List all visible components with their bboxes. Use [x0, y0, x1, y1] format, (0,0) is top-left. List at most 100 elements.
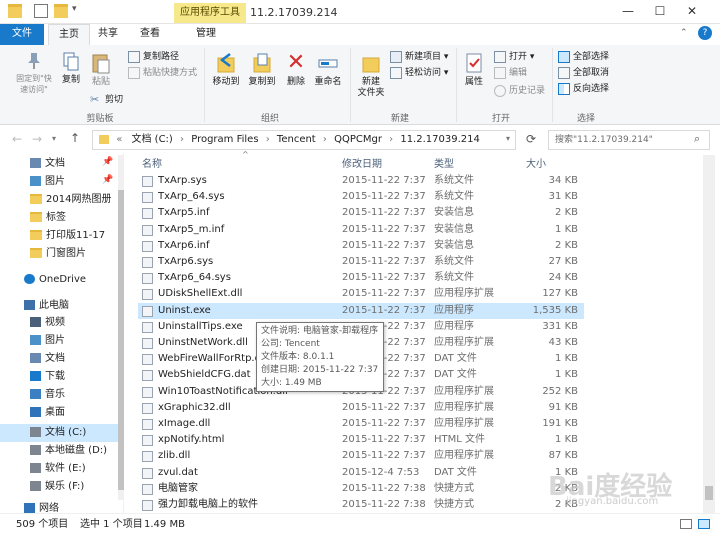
- minimize-button[interactable]: —: [612, 0, 644, 24]
- copy-button[interactable]: 复制: [60, 52, 82, 86]
- properties-quick-icon[interactable]: [34, 4, 48, 18]
- nav-item[interactable]: 图片: [0, 332, 118, 350]
- invert-selection-button[interactable]: 反向选择: [558, 82, 609, 96]
- copy-to-button[interactable]: 复制到: [246, 52, 278, 88]
- edit-button[interactable]: 编辑: [494, 66, 527, 80]
- paste-shortcut-button[interactable]: 粘贴快捷方式: [128, 66, 197, 80]
- file-row[interactable]: 强力卸载电脑上的软件 2015-11-22 7:38 快捷方式 2 KB: [138, 497, 584, 513]
- rename-icon: [318, 52, 338, 74]
- rename-button[interactable]: 重命名: [312, 52, 344, 88]
- column-header-type[interactable]: 类型: [434, 157, 454, 173]
- file-row[interactable]: TxArp5_m.inf 2015-11-22 7:37 安装信息 1 KB: [138, 222, 584, 238]
- column-header-date[interactable]: 修改日期: [342, 157, 382, 173]
- nav-item[interactable]: 桌面: [0, 404, 118, 422]
- tab-home[interactable]: 主页: [48, 24, 90, 45]
- up-arrow-icon[interactable]: ↑: [70, 131, 80, 145]
- pin-quick-access-button[interactable]: 固定到"快 速访问": [10, 52, 58, 95]
- nav-item-label: 文档: [45, 158, 65, 169]
- file-row[interactable]: zvul.dat 2015-12-4 7:53 DAT 文件 1 KB: [138, 465, 584, 481]
- file-row[interactable]: TxArp6.inf 2015-11-22 7:37 安装信息 2 KB: [138, 238, 584, 254]
- nav-item[interactable]: 软件 (E:): [0, 460, 118, 478]
- new-item-button[interactable]: 新建项目 ▾: [390, 50, 448, 64]
- delete-button[interactable]: ✕ 删除: [284, 52, 308, 88]
- breadcrumb-separator-icon[interactable]: ›: [389, 134, 393, 145]
- nav-item[interactable]: 文档: [0, 155, 118, 173]
- nav-item[interactable]: 门窗图片: [0, 245, 118, 263]
- nav-item[interactable]: 此电脑: [0, 297, 118, 315]
- details-view-icon[interactable]: [680, 519, 692, 529]
- history-button[interactable]: 历史记录: [494, 84, 545, 98]
- file-row[interactable]: xpNotify.html 2015-11-22 7:37 HTML 文件 1 KB: [138, 432, 584, 448]
- file-row[interactable]: zlib.dll 2015-11-22 7:37 应用程序扩展 87 KB: [138, 448, 584, 464]
- breadcrumb-separator-icon[interactable]: ›: [180, 134, 184, 145]
- breadcrumb-separator-icon[interactable]: ›: [323, 134, 327, 145]
- properties-button[interactable]: 属性: [460, 52, 488, 88]
- file-row[interactable]: TxArp.sys 2015-11-22 7:37 系统文件 34 KB: [138, 173, 584, 189]
- address-dropdown-icon[interactable]: ▾: [506, 134, 510, 143]
- breadcrumb-drive[interactable]: 文档 (C:): [132, 134, 173, 145]
- new-folder-quick-icon[interactable]: [54, 4, 68, 18]
- nav-item[interactable]: 本地磁盘 (D:): [0, 442, 118, 460]
- file-size: 91 KB: [548, 401, 578, 413]
- refresh-icon[interactable]: ⟳: [526, 132, 536, 146]
- nav-item[interactable]: 下载: [0, 368, 118, 386]
- recent-locations-icon[interactable]: ▾: [52, 134, 56, 143]
- overflow-chevron-icon[interactable]: «: [116, 134, 122, 145]
- tab-share[interactable]: 共享: [88, 24, 128, 45]
- file-row[interactable]: xGraphic32.dll 2015-11-22 7:37 应用程序扩展 91 KB: [138, 400, 584, 416]
- nav-item[interactable]: 2014网热图册: [0, 191, 118, 209]
- tab-view[interactable]: 查看: [130, 24, 170, 45]
- collapse-ribbon-icon[interactable]: ⌃: [680, 28, 688, 38]
- file-list-scrollbar[interactable]: [703, 155, 715, 513]
- file-list-scrollbar-thumb[interactable]: [705, 486, 713, 500]
- file-row[interactable]: TxArp6_64.sys 2015-11-22 7:37 系统文件 24 KB: [138, 270, 584, 286]
- nav-item[interactable]: 视频: [0, 314, 118, 332]
- search-input[interactable]: 搜索"11.2.17039.214": [548, 130, 710, 150]
- nav-item[interactable]: 娱乐 (F:): [0, 478, 118, 496]
- address-bar[interactable]: « 文档 (C:) › Program Files › Tencent › QQ…: [92, 130, 516, 150]
- maximize-button[interactable]: ☐: [644, 0, 676, 24]
- breadcrumb-program-files[interactable]: Program Files: [191, 134, 258, 145]
- close-button[interactable]: ✕: [676, 0, 708, 24]
- move-to-button[interactable]: 移动到: [210, 52, 242, 88]
- select-all-button[interactable]: 全部选择: [558, 50, 609, 64]
- nav-item[interactable]: 标签: [0, 209, 118, 227]
- new-folder-button[interactable]: 新建 文件夹: [354, 52, 388, 99]
- nav-item[interactable]: 音乐: [0, 386, 118, 404]
- nav-item[interactable]: OneDrive: [0, 271, 118, 289]
- nav-scrollbar-thumb[interactable]: [118, 190, 124, 490]
- easy-access-button[interactable]: 轻松访问 ▾: [390, 66, 448, 80]
- nav-item[interactable]: 文档 (C:): [0, 424, 118, 442]
- column-header-size[interactable]: 大小: [526, 157, 546, 173]
- tab-file[interactable]: 文件: [0, 24, 44, 45]
- select-none-button[interactable]: 全部取消: [558, 66, 609, 80]
- copy-path-button[interactable]: 复制路径: [128, 50, 179, 64]
- breadcrumb-current[interactable]: 11.2.17039.214: [400, 134, 480, 145]
- cut-button[interactable]: ✂ 剪切: [90, 93, 123, 107]
- large-icons-view-icon[interactable]: [698, 519, 710, 529]
- customize-quick-access-icon[interactable]: ▾: [72, 4, 77, 14]
- nav-item[interactable]: 文档: [0, 350, 118, 368]
- file-row[interactable]: Uninst.exe 2015-11-22 7:37 应用程序 1,535 KB: [138, 302, 584, 319]
- tab-manage[interactable]: 管理: [186, 24, 226, 45]
- breadcrumb-qqpcmgr[interactable]: QQPCMgr: [334, 134, 382, 145]
- file-size: 127 KB: [542, 288, 578, 300]
- back-arrow-icon[interactable]: ←: [12, 132, 22, 146]
- context-tab-app-tools[interactable]: 应用程序工具: [174, 3, 246, 23]
- paste-button[interactable]: 粘贴: [88, 52, 114, 88]
- file-row[interactable]: xImage.dll 2015-11-22 7:37 应用程序扩展 191 KB: [138, 416, 584, 432]
- nav-item[interactable]: 打印版11-17: [0, 227, 118, 245]
- column-header-name[interactable]: 名称: [142, 157, 162, 173]
- file-row[interactable]: 电脑管家 2015-11-22 7:38 快捷方式 2 KB: [138, 481, 584, 497]
- help-icon[interactable]: ?: [698, 26, 712, 40]
- breadcrumb-separator-icon[interactable]: ›: [266, 134, 270, 145]
- open-button[interactable]: 打开 ▾: [494, 50, 534, 64]
- search-icon[interactable]: ⌕: [694, 132, 700, 146]
- nav-item[interactable]: 图片: [0, 173, 118, 191]
- file-row[interactable]: UDiskShellExt.dll 2015-11-22 7:37 应用程序扩展 12…: [138, 286, 584, 302]
- file-row[interactable]: TxArp5.inf 2015-11-22 7:37 安装信息 2 KB: [138, 205, 584, 221]
- file-row[interactable]: TxArp_64.sys 2015-11-22 7:37 系统文件 31 KB: [138, 189, 584, 205]
- breadcrumb-tencent[interactable]: Tencent: [277, 134, 316, 145]
- forward-arrow-icon[interactable]: →: [32, 132, 42, 146]
- file-row[interactable]: TxArp6.sys 2015-11-22 7:37 系统文件 27 KB: [138, 254, 584, 270]
